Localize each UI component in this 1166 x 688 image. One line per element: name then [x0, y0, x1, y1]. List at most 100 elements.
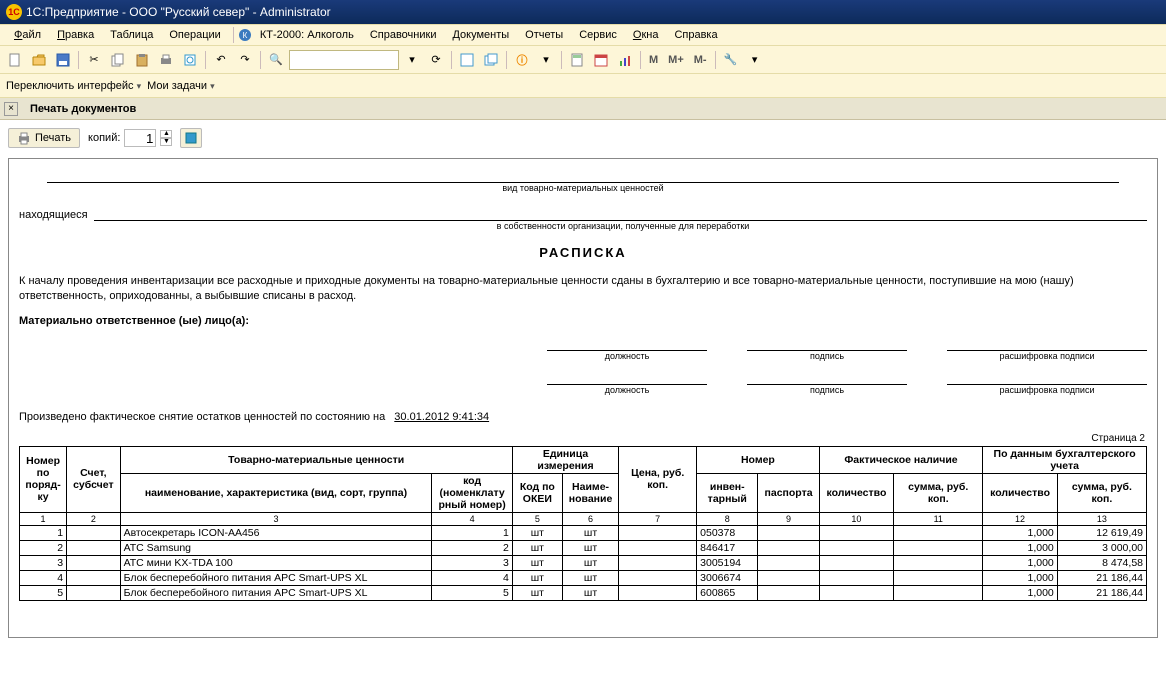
table-cell	[819, 525, 894, 540]
menu-kt2000[interactable]: КТ-2000: Алкоголь	[252, 27, 362, 43]
menu-documents[interactable]: Документы	[444, 27, 517, 43]
menu-windows[interactable]: Окна	[625, 27, 667, 43]
table-row[interactable]: 1Автосекретарь ICON-AA4561штшт0503781,00…	[20, 525, 1147, 540]
sig-name-label: расшифровка подписи	[947, 385, 1147, 395]
table-cell	[819, 555, 894, 570]
window-icon[interactable]	[456, 49, 478, 71]
table-cell	[894, 585, 983, 600]
table-cell: 1	[432, 525, 512, 540]
table-cell: 846417	[697, 540, 758, 555]
col-number: 4	[432, 512, 512, 525]
open-icon[interactable]	[28, 49, 50, 71]
inventory-table: Номер по поряд-ку Счет, субсчет Товарно-…	[19, 446, 1147, 601]
cut-icon[interactable]: ✂	[83, 49, 105, 71]
printer-icon	[17, 131, 31, 145]
table-cell	[67, 555, 120, 570]
search-combo[interactable]	[289, 50, 399, 70]
th-sum: сумма, руб. коп.	[894, 473, 983, 512]
undo-icon[interactable]: ↶	[210, 49, 232, 71]
redo-icon[interactable]: ↷	[234, 49, 256, 71]
table-cell: 1,000	[983, 555, 1058, 570]
menu-help[interactable]: Справка	[666, 27, 725, 43]
calendar-icon[interactable]	[590, 49, 612, 71]
table-cell: АТС мини KX-TDA 100	[120, 555, 432, 570]
toolbar-separator	[451, 51, 452, 69]
menu-service[interactable]: Сервис	[571, 27, 625, 43]
memory-mminus[interactable]: M-	[690, 54, 711, 66]
spin-down-icon[interactable]: ▼	[160, 138, 172, 146]
table-cell	[67, 540, 120, 555]
table-row[interactable]: 2АТС Samsung2штшт8464171,0003 000,00	[20, 540, 1147, 555]
info-icon[interactable]: ⓘ	[511, 49, 533, 71]
dropdown-icon[interactable]: ▾	[401, 49, 423, 71]
table-row[interactable]: 3АТС мини KX-TDA 1003штшт30051941,0008 4…	[20, 555, 1147, 570]
table-cell	[619, 555, 697, 570]
col-number: 13	[1057, 512, 1146, 525]
table-cell	[758, 525, 819, 540]
close-tab-icon[interactable]: ×	[4, 102, 18, 116]
table-cell	[67, 525, 120, 540]
field-line	[47, 169, 1119, 183]
caption-tmc-type: вид товарно-материальных ценностей	[19, 183, 1147, 193]
table-cell: шт	[512, 570, 562, 585]
copies-input[interactable]	[124, 129, 156, 147]
table-cell	[894, 540, 983, 555]
table-cell: 1,000	[983, 585, 1058, 600]
table-cell	[819, 570, 894, 585]
my-tasks-link[interactable]: Мои задачи ▾	[147, 80, 215, 92]
table-cell: шт	[512, 540, 562, 555]
copies-spinner: ▲ ▼	[160, 130, 172, 146]
th-no: Номер по поряд-ку	[20, 446, 67, 512]
toolbar-separator	[506, 51, 507, 69]
table-cell	[894, 570, 983, 585]
date-label: Произведено фактическое снятие остатков …	[19, 411, 385, 423]
new-icon[interactable]	[4, 49, 26, 71]
paste-icon[interactable]	[131, 49, 153, 71]
settings-button[interactable]	[180, 128, 202, 148]
table-cell	[758, 585, 819, 600]
table-cell: 21 186,44	[1057, 570, 1146, 585]
toolbar-separator	[78, 51, 79, 69]
copies-label: копий:	[88, 132, 120, 144]
print-button[interactable]: Печать	[8, 128, 80, 148]
table-cell	[819, 585, 894, 600]
th-acct: Счет, субсчет	[67, 446, 120, 512]
print-label: Печать	[35, 132, 71, 144]
refresh-icon[interactable]: ⟳	[425, 49, 447, 71]
table-cell: шт	[562, 555, 618, 570]
copy-icon[interactable]	[107, 49, 129, 71]
menu-reports[interactable]: Отчеты	[517, 27, 571, 43]
memory-mplus[interactable]: M+	[664, 54, 688, 66]
save-icon[interactable]	[52, 49, 74, 71]
th-tmc: Товарно-материальные ценности	[120, 446, 512, 473]
dropdown-icon[interactable]: ▾	[744, 49, 766, 71]
memory-m[interactable]: M	[645, 54, 662, 66]
spin-up-icon[interactable]: ▲	[160, 130, 172, 138]
tools-icon[interactable]: 🔧	[720, 49, 742, 71]
calc-icon[interactable]	[566, 49, 588, 71]
switch-interface-link[interactable]: Переключить интерфейс ▾	[6, 80, 141, 92]
menu-edit[interactable]: Правка	[49, 27, 102, 43]
table-cell: шт	[512, 555, 562, 570]
table-cell: 050378	[697, 525, 758, 540]
preview-icon[interactable]	[179, 49, 201, 71]
table-cell: Блок бесперебойного питания APC Smart-UP…	[120, 585, 432, 600]
menu-table[interactable]: Таблица	[102, 27, 161, 43]
table-row[interactable]: 4Блок бесперебойного питания APC Smart-U…	[20, 570, 1147, 585]
sig-line	[947, 371, 1147, 385]
menu-references[interactable]: Справочники	[362, 27, 445, 43]
search-icon[interactable]: 🔍	[265, 49, 287, 71]
document-tab-bar: × Печать документов	[0, 98, 1166, 120]
menu-file[interactable]: Файл	[6, 27, 49, 43]
toolbar-separator	[640, 51, 641, 69]
svg-text:К: К	[243, 31, 248, 40]
copy-window-icon[interactable]	[480, 49, 502, 71]
dropdown-icon[interactable]: ▾	[535, 49, 557, 71]
table-cell	[894, 525, 983, 540]
menu-operations[interactable]: Операции	[161, 27, 228, 43]
table-row[interactable]: 5Блок бесперебойного питания APC Smart-U…	[20, 585, 1147, 600]
report-icon[interactable]	[614, 49, 636, 71]
document-title: РАСПИСКА	[19, 245, 1147, 260]
print-icon[interactable]	[155, 49, 177, 71]
table-cell	[619, 540, 697, 555]
